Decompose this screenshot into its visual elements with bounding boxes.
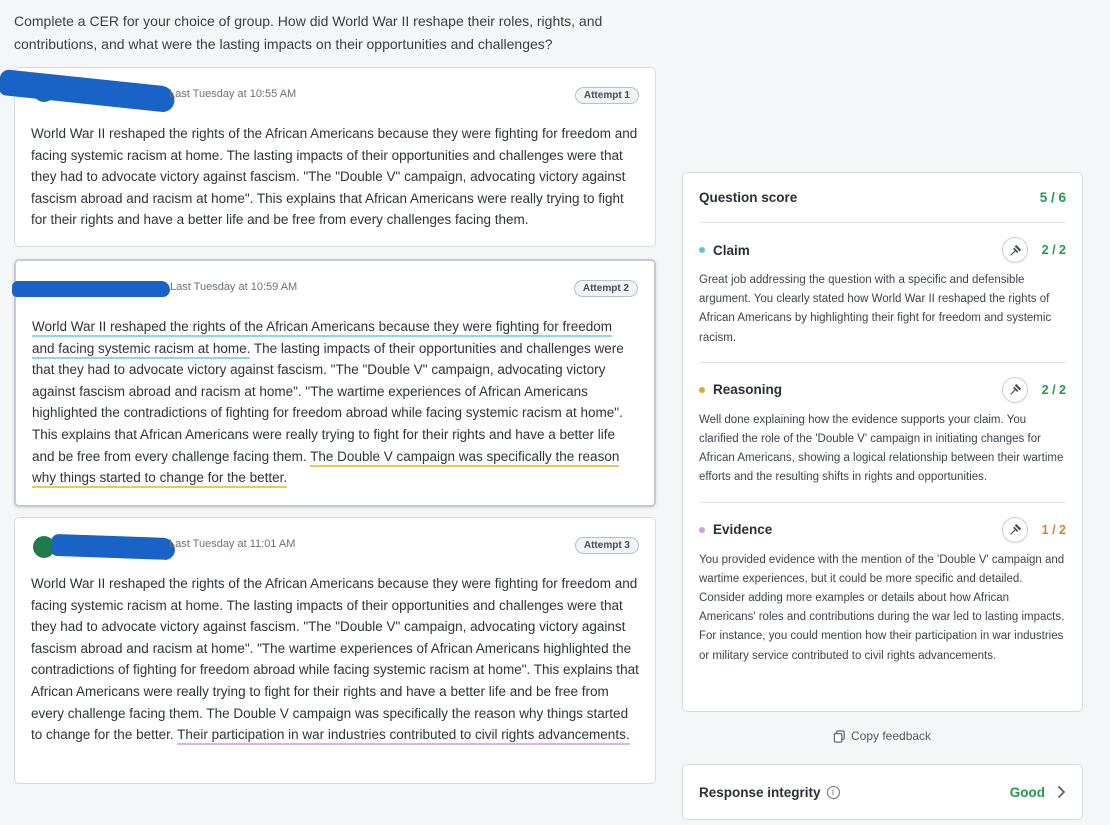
claim-dot-icon [699,247,705,253]
criterion-reasoning: Reasoning 2 / 2 Well done explaining how… [699,361,1066,502]
attempt-card-2[interactable]: Last Tuesday at 10:59 AM Attempt 2 World… [12,259,656,507]
response-text: The lasting impacts of their opportuniti… [32,340,624,464]
question-score-panel: Question score 5 / 6 Claim 2 / 2 Great j… [682,172,1083,712]
response-text: World War II reshaped the rights of the … [31,576,639,743]
question-prompt: Complete a CER for your choice of group.… [14,13,603,52]
criterion-feedback: Well done explaining how the evidence su… [699,413,1064,484]
attempt-timestamp: Last Tuesday at 10:55 AM [169,88,297,100]
attempt-card-3[interactable]: Last Tuesday at 11:01 AM Attempt 3 World… [14,517,656,784]
criterion-claim: Claim 2 / 2 Great job addressing the que… [699,223,1066,362]
criterion-score: 2 / 2 [1041,243,1066,257]
attempt-response: World War II reshaped the rights of the … [15,96,655,245]
response-integrity-row[interactable]: Response integrity i Good [682,764,1083,820]
criterion-evidence: Evidence 1 / 2 You provided evidence wit… [699,501,1066,680]
evidence-dot-icon [699,526,705,533]
attempt-response: World War II reshaped the rights of the … [15,546,655,760]
criterion-name: Evidence [713,522,773,538]
attempt-response: World War II reshaped the rights of the … [16,289,654,503]
info-icon[interactable]: i [826,785,840,799]
attempt-header: Last Tuesday at 11:01 AM Attempt 3 [15,518,655,561]
attempt-timestamp: Last Tuesday at 10:59 AM [170,281,298,293]
criterion-score: 1 / 2 [1041,522,1066,537]
criterion-name: Claim [713,242,750,258]
evidence-highlight[interactable]: Their participation in war industries co… [177,727,630,746]
redacted-name [50,533,176,561]
attempt-card-1[interactable]: Last Tuesday at 10:55 AM Attempt 1 World… [0,67,656,247]
response-text: World War II reshaped the rights of the … [31,126,638,228]
redacted-name [12,281,170,297]
attempt-header: Last Tuesday at 10:59 AM Attempt 2 [12,261,654,297]
attempt-badge: Attempt 2 [573,280,638,297]
copy-icon [833,729,845,743]
attempt-badge: Attempt 1 [574,87,639,104]
attempt-header: Last Tuesday at 10:55 AM Attempt 1 [0,68,655,114]
attempt-badge: Attempt 3 [574,537,639,554]
copy-feedback-label: Copy feedback [851,729,932,743]
reasoning-dot-icon [699,386,705,393]
gavel-icon[interactable] [1002,376,1028,403]
score-header: Question score 5 / 6 [699,173,1066,223]
score-label: Question score [699,190,798,205]
criterion-name: Reasoning [713,382,783,398]
criterion-score: 2 / 2 [1041,382,1066,397]
attempt-timestamp: Last Tuesday at 11:01 AM [169,538,296,550]
integrity-label: Response integrity [699,784,821,800]
criterion-feedback: Great job addressing the question with a… [699,274,1052,344]
criterion-feedback: You provided evidence with the mention o… [699,553,1065,662]
copy-feedback-button[interactable]: Copy feedback [833,729,931,743]
gavel-icon[interactable] [1002,237,1028,263]
integrity-status: Good [1009,784,1045,800]
total-score: 5 / 6 [1039,190,1066,205]
gavel-icon[interactable] [1002,516,1028,543]
chevron-right-icon [1057,785,1066,799]
